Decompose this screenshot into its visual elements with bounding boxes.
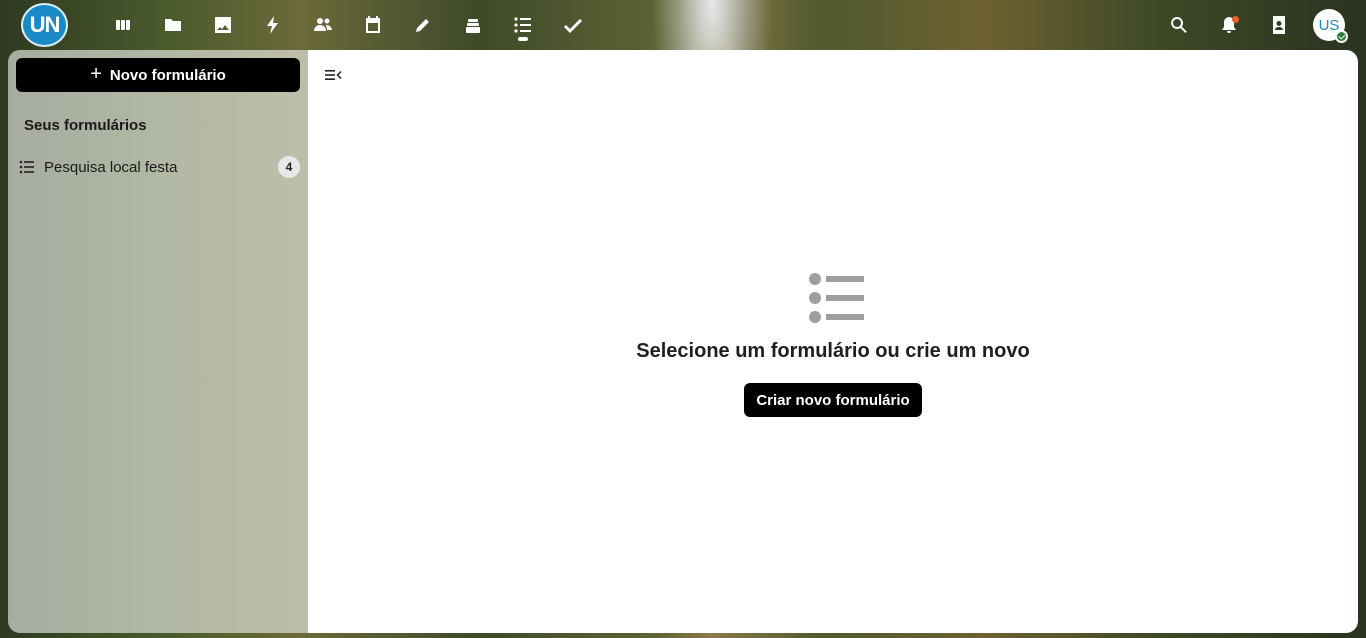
form-item-label: Pesquisa local festa [44, 158, 178, 176]
forms-list-icon [809, 273, 864, 323]
logo-text: UN [29, 12, 61, 37]
notifications-icon[interactable] [1216, 12, 1242, 38]
new-form-label: Novo formulário [109, 66, 226, 84]
notes-icon[interactable] [410, 12, 436, 38]
search-icon[interactable] [1166, 12, 1192, 38]
plus-icon: + [90, 63, 102, 85]
main-content: Selecione um formulário ou crie um novo … [308, 50, 1358, 633]
files-icon[interactable] [160, 12, 186, 38]
contacts-menu-icon[interactable] [1266, 12, 1292, 38]
calendar-icon[interactable] [360, 12, 386, 38]
contacts-icon[interactable] [310, 12, 336, 38]
tasks-icon[interactable] [560, 12, 586, 38]
sidebar: + Novo formulário Seus formulários Pesqu… [8, 50, 308, 633]
toggle-navigation-icon[interactable] [324, 67, 342, 83]
avatar[interactable]: US [1313, 9, 1348, 43]
notification-badge [1232, 16, 1239, 23]
list-icon [19, 160, 34, 174]
section-title: Seus formulários [24, 117, 147, 134]
dashboard-icon[interactable] [110, 12, 136, 38]
active-app-indicator [518, 37, 528, 41]
forms-icon[interactable] [510, 12, 536, 38]
sidebar-item-form[interactable]: Pesquisa local festa 4 [16, 152, 300, 182]
activity-icon[interactable] [260, 12, 286, 38]
empty-state-title: Selecione um formulário ou crie um novo [636, 340, 1030, 362]
form-item-count-badge: 4 [278, 156, 300, 178]
logo[interactable]: UN [21, 3, 68, 47]
empty-state: Selecione um formulário ou crie um novo … [308, 270, 1358, 417]
photos-icon[interactable] [210, 12, 236, 38]
top-bar: UN US [0, 0, 1366, 50]
new-form-button[interactable]: + Novo formulário [16, 58, 300, 92]
status-online-icon [1335, 30, 1348, 43]
create-form-button[interactable]: Criar novo formulário [744, 383, 922, 417]
deck-icon[interactable] [460, 12, 486, 38]
